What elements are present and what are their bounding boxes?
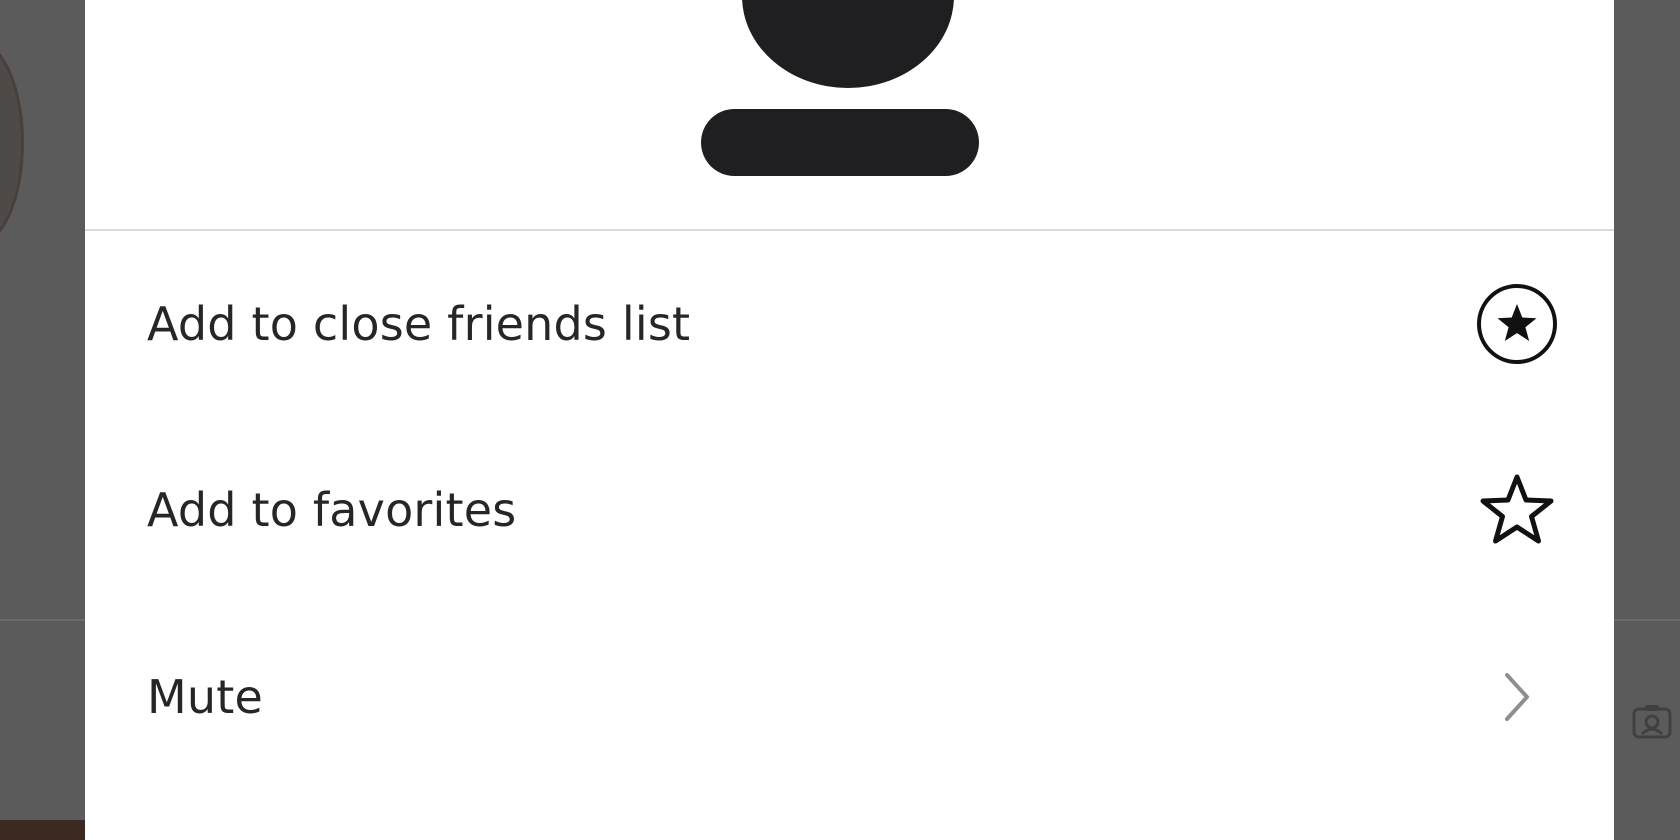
background-divider — [1614, 619, 1680, 621]
background-avatar — [0, 40, 24, 246]
background-image-strip — [0, 820, 85, 840]
dialog-header — [85, 0, 1614, 231]
star-outline-icon — [1474, 467, 1560, 553]
menu-item-label: Add to favorites — [147, 482, 517, 537]
chevron-right-icon — [1474, 654, 1560, 740]
redacted-username — [701, 109, 979, 176]
camera-icon — [1632, 705, 1672, 739]
background-divider — [0, 619, 85, 621]
close-friends-star-circle-icon — [1474, 281, 1560, 367]
profile-options-dialog: Add to close friends list Add to favorit… — [85, 0, 1614, 840]
menu-item-label: Add to close friends list — [147, 297, 691, 351]
redacted-avatar — [742, 0, 954, 88]
add-to-favorites-button[interactable]: Add to favorites — [85, 416, 1614, 603]
mute-button[interactable]: Mute — [85, 603, 1614, 790]
menu-item-label: Mute — [147, 669, 263, 724]
add-to-close-friends-button[interactable]: Add to close friends list — [85, 232, 1614, 416]
